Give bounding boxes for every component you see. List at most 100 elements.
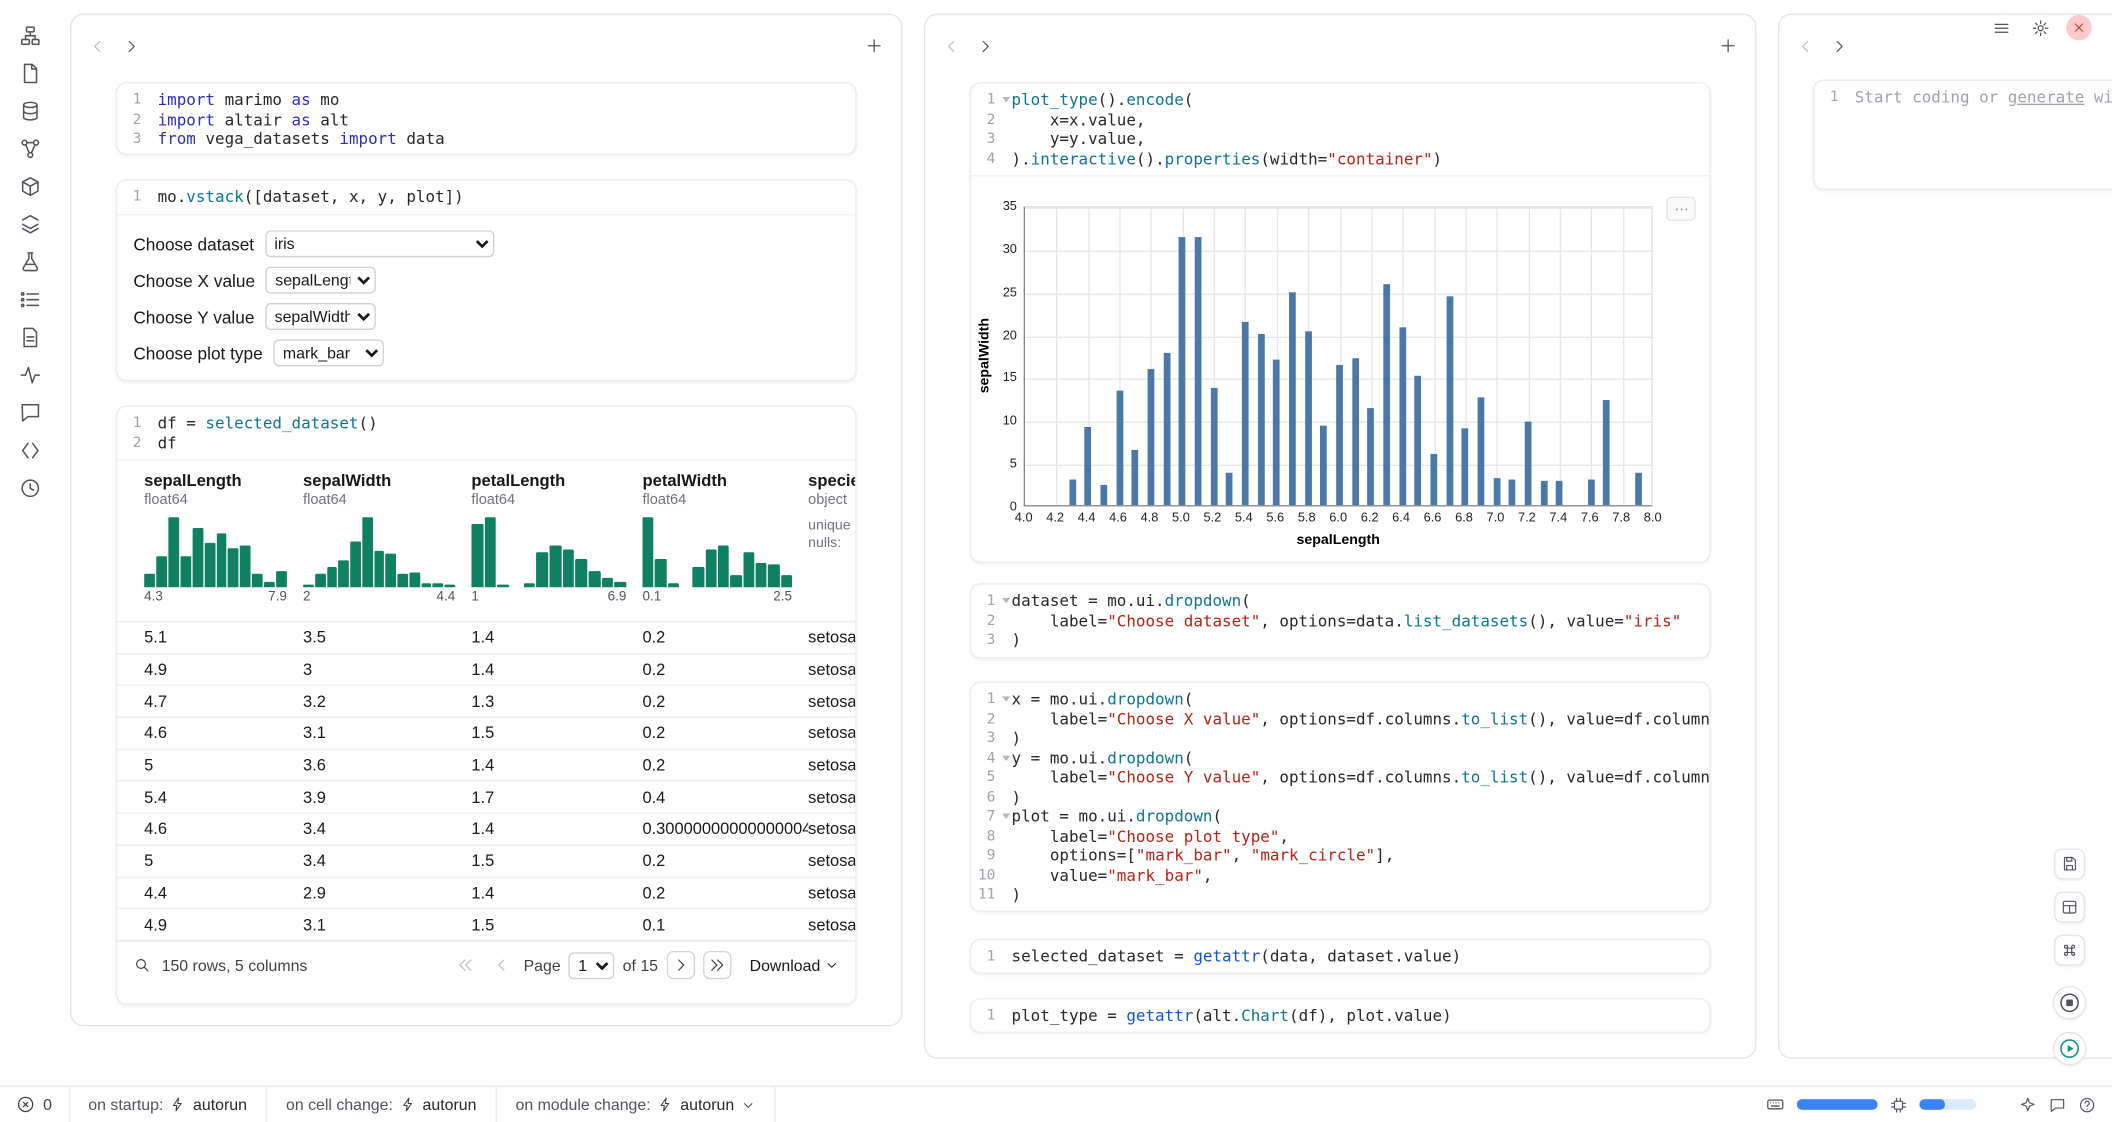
dependency-graph-icon[interactable] [12,132,47,164]
help-icon[interactable] [2078,1096,2096,1114]
runtime-config-item[interactable]: on cell change:autorun [267,1087,495,1122]
table-row[interactable]: 4.63.11.50.2setosa [117,717,855,749]
runtime-config-value: autorun [193,1095,247,1114]
generate-with-ai-link[interactable]: generate [2008,88,2085,107]
interrupt-button[interactable] [2053,986,2087,1020]
code-editor[interactable]: 1mo.vstack([dataset, x, y, plot]) [117,180,855,213]
add-cell-button[interactable] [865,36,884,55]
chart-bar [1132,450,1139,505]
column-histogram [144,517,287,587]
fold-marker-icon[interactable] [1002,97,1010,102]
y-tick-label: 10 [990,414,1017,429]
choose-plot-type-dropdown[interactable]: mark_bar [273,339,383,366]
search-icon[interactable] [133,957,151,975]
file-tree-icon[interactable] [12,19,47,51]
runtime-config-item[interactable]: on startup:autorun [69,1087,265,1122]
code-editor[interactable]: 1df = selected_dataset()2df [117,407,855,460]
choose-x-value-dropdown[interactable]: sepalLength [266,267,376,294]
table-body: 5.13.51.40.2setosa4.931.40.2setosa4.73.2… [117,621,855,940]
database-icon[interactable] [12,94,47,126]
keyboard-icon[interactable] [1766,1095,1785,1114]
plot-area[interactable] [1024,206,1653,506]
feedback-icon[interactable] [2049,1096,2067,1114]
choose-y-value-dropdown[interactable]: sepalWidth [265,303,375,330]
column-header[interactable]: sepalWidthfloat6424.4 [303,471,471,607]
errors-indicator[interactable]: 0 [0,1087,68,1122]
column-header[interactable]: petalWidthfloat640.12.5 [642,471,808,607]
chart-bar [1383,285,1390,506]
table-row[interactable]: 4.93.11.50.1setosa [117,908,855,940]
table-row[interactable]: 4.73.21.30.2setosa [117,685,855,717]
snippets-icon[interactable] [12,434,47,466]
dropdown-label: Choose plot type [133,343,262,363]
code-editor[interactable]: 1plot_type().encode(2 x=x.value,3 y=y.va… [971,84,1709,176]
code-editor[interactable]: 1dataset = mo.ui.dropdown(2 label="Choos… [971,585,1709,657]
choose-dataset-dropdown[interactable]: iris [265,230,494,257]
tracing-icon[interactable] [12,358,47,390]
column-scroll-left-button[interactable] [1797,37,1815,55]
new-empty-cell[interactable]: 1 Start coding or generate with AI [1813,79,2112,189]
control-row: Choose plot type mark_bar [133,339,839,367]
first-page-button[interactable] [451,951,479,979]
code-editor[interactable]: 1plot_type = getattr(alt.Chart(df), plot… [971,999,1709,1032]
code-editor[interactable]: 1x = mo.ui.dropdown(2 label="Choose X va… [971,683,1709,911]
fold-marker-icon[interactable] [1002,755,1010,760]
fold-marker-icon[interactable] [1002,814,1010,819]
prev-page-button[interactable] [487,951,515,979]
chevron-left-icon [89,37,107,55]
table-row[interactable]: 4.42.91.40.2setosa [117,876,855,908]
x-tick-label: 6.0 [1322,510,1354,525]
page-select[interactable]: 1 [569,952,615,979]
outline-list-icon[interactable] [12,283,47,315]
settings-button[interactable] [2027,15,2053,41]
table-row[interactable]: 53.61.40.2setosa [117,749,855,781]
chevrons-left-icon [456,957,474,975]
column-header[interactable]: sepalLengthfloat644.37.9 [144,471,303,607]
last-page-button[interactable] [702,951,730,979]
notebook-file-icon[interactable] [12,57,47,89]
column-header[interactable]: speciesobjectuniquenulls: [808,471,855,607]
add-cell-button[interactable] [1719,36,1738,55]
fold-marker-icon[interactable] [1002,598,1010,603]
fold-marker-icon[interactable] [1002,696,1010,701]
column-scroll-right-button[interactable] [977,37,995,55]
column-scroll-right-button[interactable] [1830,37,1848,55]
line-number: 11 [971,885,1011,905]
line-number: 2 [117,110,157,130]
column-scroll-right-button[interactable] [123,37,141,55]
table-row[interactable]: 53.41.50.2setosa [117,844,855,876]
table-row[interactable]: 4.931.40.2setosa [117,653,855,685]
column-dtype: float64 [303,492,455,508]
keyboard-shortcuts-button[interactable] [2054,935,2085,966]
column-scroll-left-button[interactable] [943,37,961,55]
line-number: 4 [971,149,1011,169]
save-notebook-button[interactable] [2054,849,2085,880]
ai-sparkle-icon[interactable] [2019,1096,2037,1114]
chart-menu-button[interactable] [1666,197,1696,221]
code-editor[interactable]: 1import marimo as mo2import altair as al… [117,84,855,155]
document-icon[interactable] [12,321,47,353]
layers-icon[interactable] [12,207,47,239]
notebook-menu-button[interactable] [1988,15,2014,41]
chart-bar [1242,322,1249,505]
chart-bar [1289,292,1296,505]
layout-select-button[interactable] [2054,892,2085,923]
plus-icon [1719,36,1738,55]
table-row[interactable]: 4.63.41.40.30000000000000004setosa [117,812,855,844]
code-editor[interactable]: 1selected_dataset = getattr(data, datase… [971,940,1709,973]
column-range: 16.9 [471,590,626,608]
column-header[interactable]: petalLengthfloat6416.9 [471,471,642,607]
column-scroll-left-button[interactable] [89,37,107,55]
table-row[interactable]: 5.13.51.40.2setosa [117,621,855,653]
next-page-button[interactable] [666,951,694,979]
chat-icon[interactable] [12,396,47,428]
download-button[interactable]: Download [750,956,840,975]
package-icon[interactable] [12,170,47,202]
run-all-button[interactable] [2053,1032,2087,1066]
table-row[interactable]: 5.43.91.70.4setosa [117,780,855,812]
shutdown-button[interactable] [2066,15,2092,41]
flask-icon[interactable] [12,245,47,277]
history-icon[interactable] [12,471,47,503]
runtime-config-item[interactable]: on module change:autorun [497,1087,775,1122]
x-tick-label: 6.4 [1385,510,1417,525]
